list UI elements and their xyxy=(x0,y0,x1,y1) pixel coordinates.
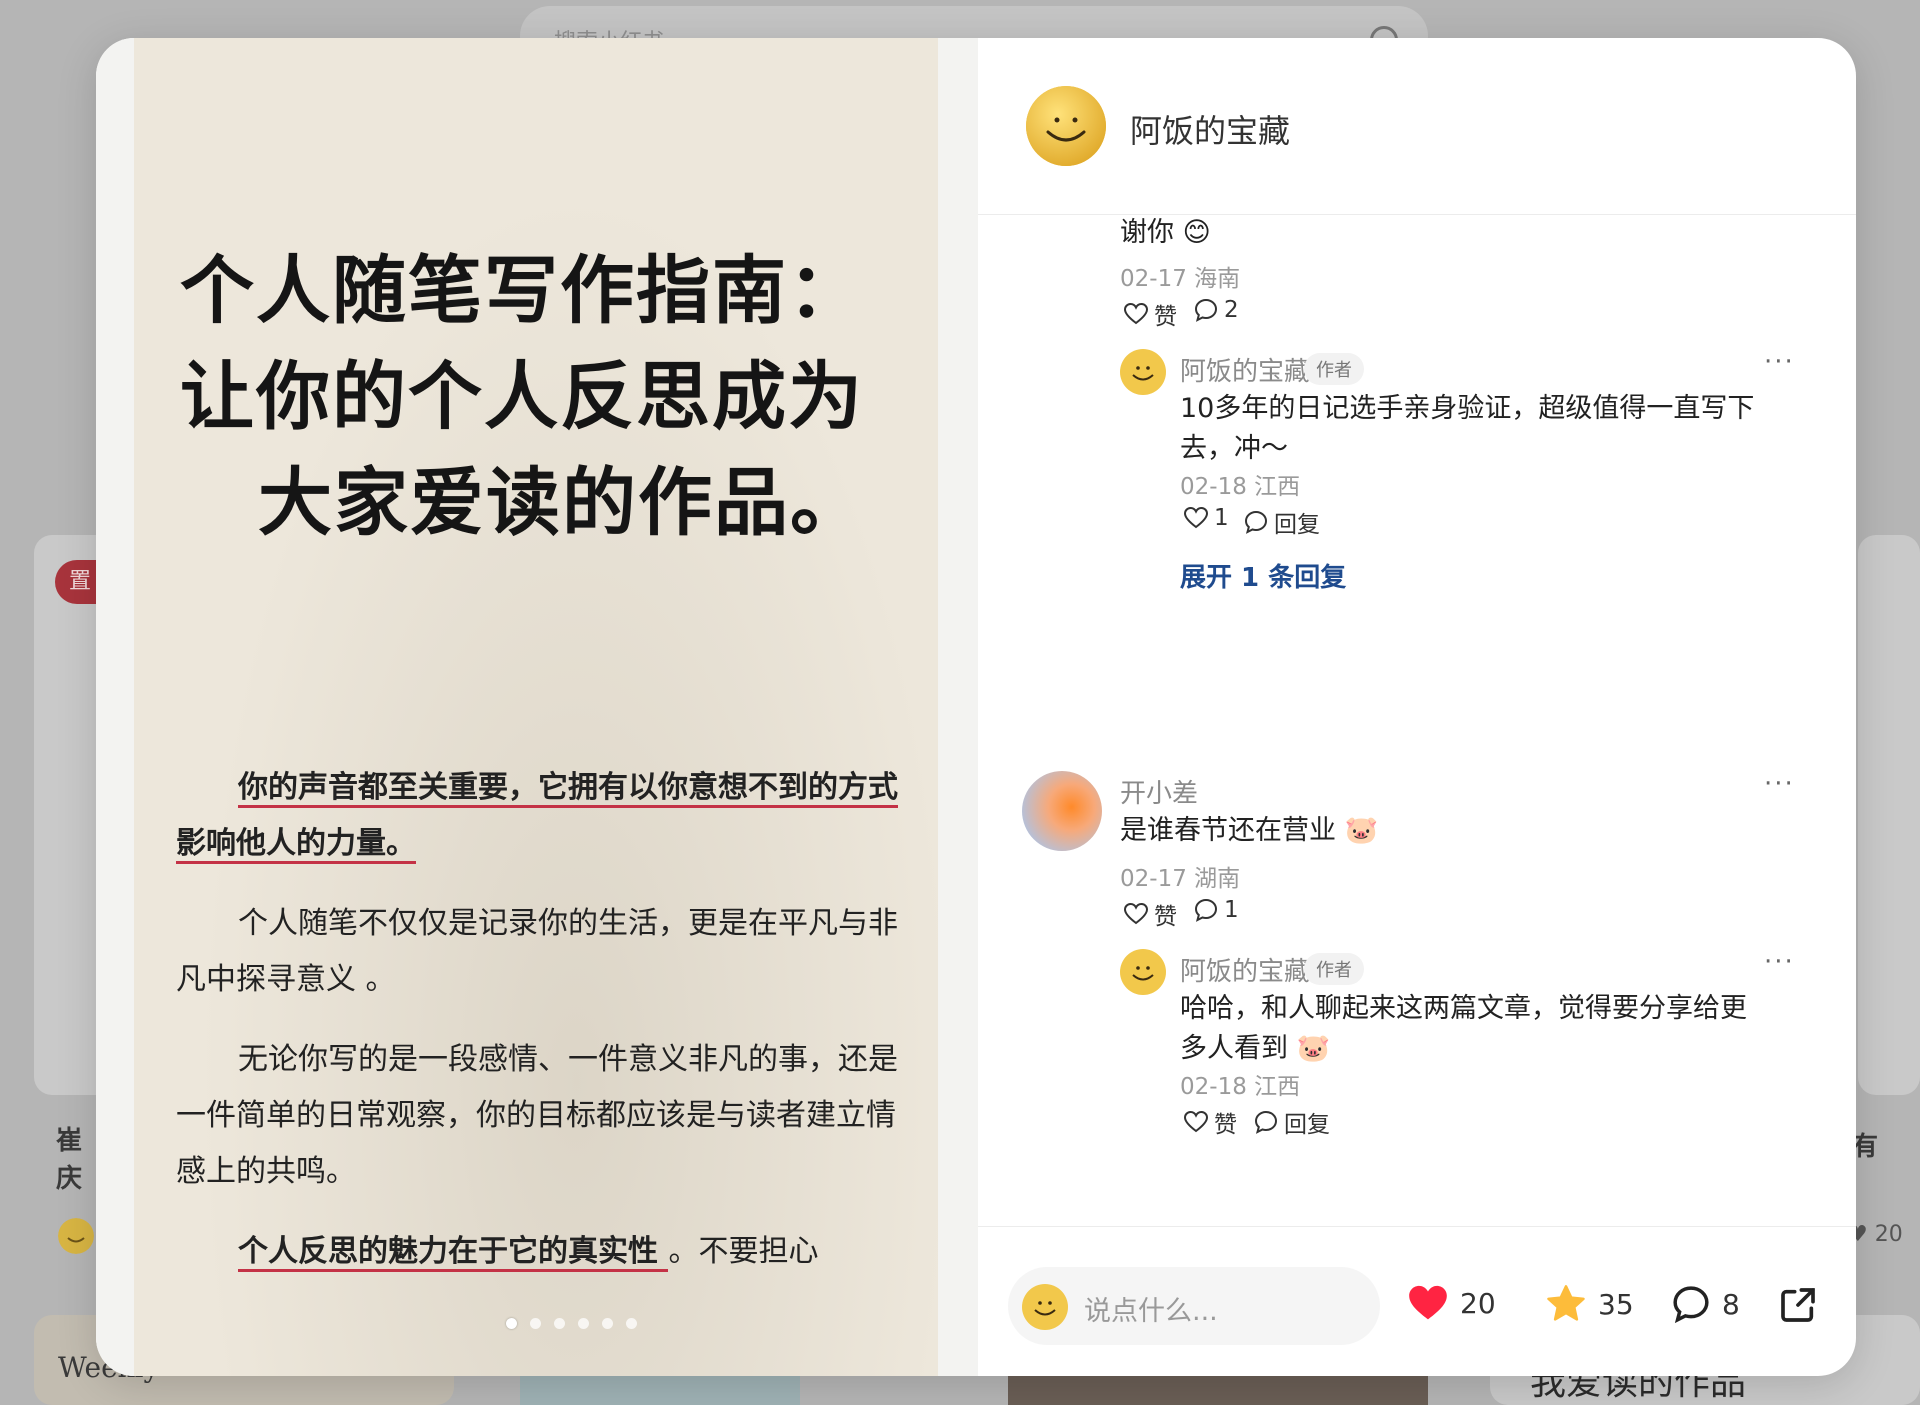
carousel-dot[interactable] xyxy=(626,1318,637,1329)
comment-list[interactable]: 谢你 😊 02-17 海南 赞 2 阿饭的宝藏 作者 ··· 10多年的日记选手… xyxy=(978,215,1856,1225)
collect-count-button[interactable]: 35 xyxy=(1546,1285,1634,1323)
author-name[interactable]: 阿饭的宝藏 xyxy=(1130,106,1290,152)
like-button[interactable]: 1 xyxy=(1184,505,1229,531)
heart-icon xyxy=(1184,1111,1208,1133)
reply-text: 10多年的日记选手亲身验证，超级值得一直写下 去，冲～ xyxy=(1180,393,1755,464)
highlight-text: 你的声音都至关重要，它拥有以你意想不到的方式影响他人的力量。 xyxy=(176,770,898,864)
carousel-dot[interactable] xyxy=(530,1318,541,1329)
star-filled-icon xyxy=(1547,1285,1585,1321)
heart-icon xyxy=(1124,903,1148,925)
reply-count-button[interactable]: 2 xyxy=(1194,297,1239,323)
carousel-dot[interactable] xyxy=(578,1318,589,1329)
reply-meta: 02-18 江西 xyxy=(1180,1074,1301,1100)
background-card-right xyxy=(1858,535,1920,1095)
background-card-left-title: 崔庆的国 xyxy=(56,1126,83,1194)
more-options-button[interactable]: ··· xyxy=(1764,947,1795,977)
like-button[interactable]: 赞 xyxy=(1124,297,1177,331)
note-image-headline: 个人随笔写作指南： 让你的个人反思成为 大家爱读的作品。 xyxy=(180,248,866,546)
reply-username[interactable]: 阿饭的宝藏 xyxy=(1180,951,1310,988)
heart-icon xyxy=(1124,303,1148,325)
background-card-right-likes: ♥ 20 xyxy=(1848,1222,1903,1247)
comment-icon xyxy=(1244,510,1268,534)
comment-input-placeholder: 说点什么... xyxy=(1084,1296,1218,1327)
body-paragraph: 无论你写的是一段感情、一件意义非凡的事，还是一件简单的日常观察，你的目标都应该是… xyxy=(176,1042,898,1189)
reply-text: 哈哈，和人聊起来这两篇文章，觉得要分享给更 多人看到 🐷 xyxy=(1180,993,1747,1064)
comment-meta: 02-17 海南 xyxy=(1120,266,1241,292)
comment-icon xyxy=(1194,298,1218,322)
expand-replies-link[interactable]: 展开 1 条回复 xyxy=(1180,557,1346,594)
emoji-icon: 🐷 xyxy=(1336,815,1379,846)
comment-icon xyxy=(1194,898,1218,922)
comment-input[interactable]: 说点什么... xyxy=(1008,1267,1380,1345)
carousel-dot[interactable] xyxy=(602,1318,613,1329)
reply-count-button[interactable]: 1 xyxy=(1194,897,1239,923)
share-icon xyxy=(1781,1288,1815,1322)
comment-username[interactable]: 开小差 xyxy=(1120,773,1198,810)
author-badge: 作者 xyxy=(1304,353,1364,385)
reply-avatar[interactable] xyxy=(1120,349,1166,395)
heart-filled-icon xyxy=(1409,1285,1447,1320)
interaction-bar: 说点什么... 20 35 8 xyxy=(978,1226,1856,1376)
more-options-button[interactable]: ··· xyxy=(1764,347,1795,377)
commenter-avatar[interactable] xyxy=(1022,771,1102,851)
emoji-icon: 🐷 xyxy=(1288,1033,1331,1064)
reply-username[interactable]: 阿饭的宝藏 xyxy=(1180,351,1310,388)
note-side-panel: 阿饭的宝藏 谢你 😊 02-17 海南 赞 2 阿饭的宝藏 作者 ··· 10多… xyxy=(978,38,1856,1376)
highlight-text: 个人反思的魅力在于它的真实性 xyxy=(238,1234,669,1272)
carousel-dot[interactable] xyxy=(554,1318,565,1329)
emoji-icon: 😊 xyxy=(1174,217,1211,248)
more-options-button[interactable]: ··· xyxy=(1764,769,1795,799)
reply-button[interactable]: 回复 xyxy=(1244,505,1320,539)
author-avatar[interactable] xyxy=(1026,86,1106,166)
author-badge: 作者 xyxy=(1304,953,1364,985)
comment-icon xyxy=(1673,1286,1709,1323)
author-header: 阿饭的宝藏 xyxy=(978,38,1856,215)
like-button[interactable]: 赞 xyxy=(1184,1105,1237,1139)
comment-text: 是谁春节还在营业 🐷 xyxy=(1120,815,1379,846)
heart-icon xyxy=(1184,507,1208,529)
background-avatar xyxy=(58,1218,94,1254)
like-button[interactable]: 赞 xyxy=(1124,897,1177,931)
comment-meta: 02-17 湖南 xyxy=(1120,866,1241,892)
share-button[interactable] xyxy=(1778,1285,1818,1325)
body-paragraph: 个人随笔不仅仅是记录你的生活，更是在平凡与非凡中探寻意义 。 xyxy=(176,906,898,997)
note-image-carousel[interactable]: 个人随笔写作指南： 让你的个人反思成为 大家爱读的作品。 你的声音都至关重要，它… xyxy=(96,38,978,1376)
reply-button[interactable]: 回复 xyxy=(1254,1105,1330,1139)
comment-icon xyxy=(1254,1110,1278,1134)
comment-count-button[interactable]: 8 xyxy=(1672,1285,1740,1323)
note-image: 个人随笔写作指南： 让你的个人反思成为 大家爱读的作品。 你的声音都至关重要，它… xyxy=(134,38,938,1376)
reply-meta: 02-18 江西 xyxy=(1180,474,1301,500)
reply-avatar[interactable] xyxy=(1120,949,1166,995)
carousel-dot-active[interactable] xyxy=(506,1318,517,1329)
comment-text: 谢你 😊 xyxy=(1120,217,1211,248)
note-image-body: 你的声音都至关重要，它拥有以你意想不到的方式影响他人的力量。 个人随笔不仅仅是记… xyxy=(176,760,916,1304)
carousel-dots xyxy=(506,1314,650,1333)
note-detail-modal: 个人随笔写作指南： 让你的个人反思成为 大家爱读的作品。 你的声音都至关重要，它… xyxy=(96,38,1856,1376)
like-count-button[interactable]: 20 xyxy=(1408,1285,1496,1321)
current-user-avatar xyxy=(1022,1284,1068,1330)
